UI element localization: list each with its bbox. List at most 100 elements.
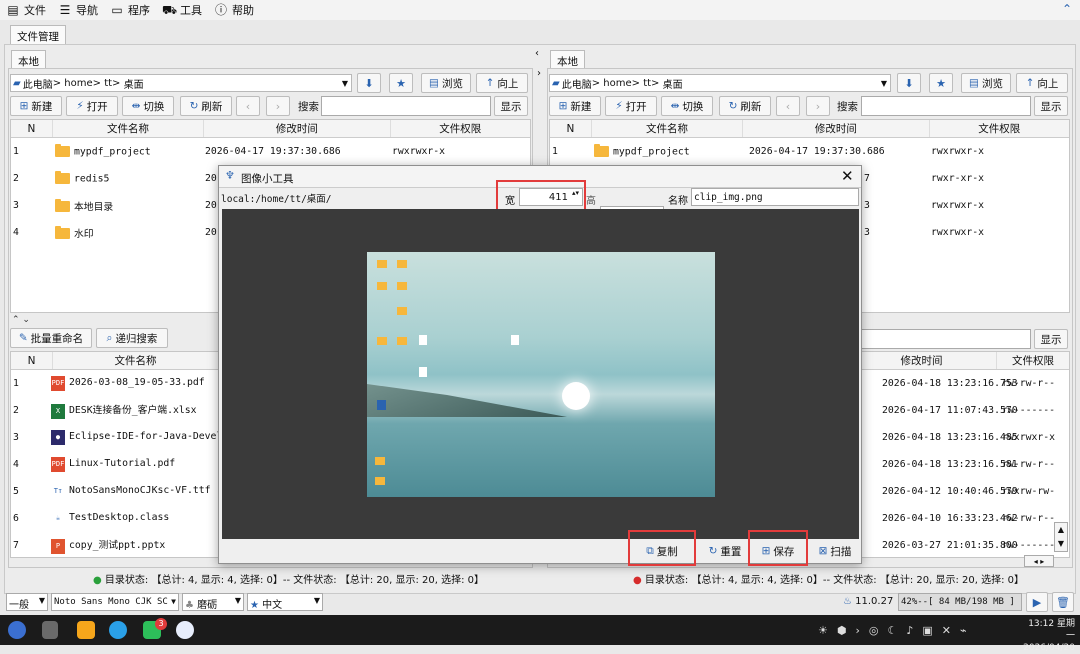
- new-button[interactable]: ⊞ 新建: [549, 96, 601, 116]
- batch-rename-button[interactable]: ✎ 批量重命名: [10, 328, 92, 348]
- forward-button[interactable]: ›: [266, 96, 290, 116]
- right-breadcrumb[interactable]: ▰ 此电脑 > home > tt > 桌面 ▼: [549, 74, 891, 92]
- refresh-button[interactable]: ↻ 刷新: [719, 96, 771, 116]
- desktop-folder: [375, 477, 385, 485]
- folder-open-icon: ▰: [13, 77, 21, 89]
- toolbox-icon: ⛟: [162, 3, 178, 17]
- desktop-file: [377, 400, 386, 410]
- star-icon: ★: [396, 76, 406, 90]
- window-icon: ▭: [111, 3, 123, 17]
- language-select[interactable]: ★ 中文 ▼: [247, 593, 323, 611]
- gc-button[interactable]: ▶: [1026, 592, 1048, 612]
- collapse-icon[interactable]: ⌃: [1062, 2, 1072, 16]
- menu-help[interactable]: ⓘ 帮助: [214, 2, 254, 18]
- show-button-2[interactable]: 显示: [1034, 329, 1068, 349]
- play-icon: ▶: [1032, 595, 1042, 609]
- table-header: N 文件名称 修改时间 文件权限: [11, 120, 530, 138]
- image-tool-dialog: ♆ 图像小工具 ✕ local:/home/tt/桌面/ 宽 411 高 290…: [218, 165, 862, 566]
- multitask-icon[interactable]: [42, 621, 58, 639]
- up-button[interactable]: ↑ 向上: [1016, 73, 1068, 93]
- search-input-2[interactable]: [861, 329, 1031, 349]
- scrollbar-vertical[interactable]: ▲ ▼: [1054, 522, 1068, 552]
- menu-nav[interactable]: ☰ 导航: [58, 2, 98, 18]
- plus-icon: ⊞: [558, 100, 568, 112]
- desktop-folder: [397, 282, 407, 290]
- open-button[interactable]: ⚡ 打开: [605, 96, 657, 116]
- arrow-up-icon: ↑: [1025, 77, 1035, 89]
- trash-button[interactable]: 🗑: [1052, 592, 1074, 612]
- pdf-file-icon: PDF: [51, 376, 65, 391]
- browse-button[interactable]: ▤ 浏览: [421, 73, 471, 93]
- collapse-right-icon[interactable]: ›: [537, 68, 541, 79]
- open-button[interactable]: ⚡ 打开: [66, 96, 118, 116]
- clock[interactable]: 13:12 星期一 2026/04/20: [1023, 618, 1075, 654]
- desktop-folder: [397, 260, 407, 268]
- scan-button[interactable]: ⊠ 扫描: [809, 541, 861, 561]
- xlsx-file-icon: X: [51, 404, 65, 419]
- notification-badge: 3: [155, 618, 167, 630]
- switch-button[interactable]: ⇹ 切换: [661, 96, 713, 116]
- desktop-folder: [377, 282, 387, 290]
- chevron-down-icon[interactable]: ▼: [342, 79, 351, 88]
- download-button[interactable]: ⬇: [357, 73, 381, 93]
- left-status: ● 目录状态: 【总计: 4, 显示: 4, 选择: 0】-- 文件状态: 【总…: [93, 575, 485, 586]
- tray-icons[interactable]: ☀⬢›◎☾♪▣✕⌁: [818, 624, 976, 637]
- refresh-button[interactable]: ↻ 刷新: [180, 96, 232, 116]
- menu-tools[interactable]: ⛟ 工具: [162, 2, 202, 18]
- files-app-icon[interactable]: [77, 621, 95, 639]
- list-icon: ☰: [59, 3, 71, 17]
- collapse-left-icon[interactable]: ‹: [535, 48, 539, 59]
- table-row[interactable]: 1 mypdf_project 2026-04-17 19:37:30.686 rwx…: [11, 138, 530, 165]
- name-input[interactable]: clip_img.png: [691, 188, 859, 206]
- star-icon: ★: [250, 600, 259, 611]
- height-label: 高: [586, 196, 596, 207]
- error-icon: ●: [633, 575, 642, 586]
- switch-button[interactable]: ⇹ 切换: [122, 96, 174, 116]
- help-icon: ⓘ: [214, 3, 227, 17]
- browse-button[interactable]: ▤ 浏览: [961, 73, 1011, 93]
- table-row[interactable]: 1 mypdf_project 2026-04-17 19:37:30.686 rwx…: [550, 138, 1069, 165]
- bookmark-button[interactable]: ★: [929, 73, 953, 93]
- search-icon: ⌕: [106, 331, 113, 344]
- left-breadcrumb[interactable]: ▰ 此电脑 > home > tt > 桌面 ▼: [10, 74, 352, 92]
- recursive-search-button[interactable]: ⌕ 递归搜索: [96, 328, 168, 348]
- lightning-icon: ⚡: [615, 100, 623, 112]
- folder-icon: [55, 143, 70, 157]
- qr-icon: ⊠: [818, 545, 828, 557]
- trash-icon: 🗑: [1056, 595, 1070, 609]
- highlight-box: [496, 180, 586, 212]
- search-label: 搜索: [298, 101, 319, 113]
- menu-program[interactable]: ▭ 程序: [110, 2, 150, 18]
- image-canvas[interactable]: [222, 209, 859, 539]
- show-button[interactable]: 显示: [494, 96, 528, 116]
- reset-button[interactable]: ↻ 重置: [699, 541, 751, 561]
- browser-icon[interactable]: [109, 621, 127, 639]
- theme-select[interactable]: ♣ 磨砺 ▼: [182, 593, 244, 611]
- taskbar: 3 ☀⬢›◎☾♪▣✕⌁ 13:12 星期一 2026/04/20: [0, 615, 1080, 653]
- ttf-file-icon: Tт: [51, 484, 65, 499]
- refresh-icon: ↻: [728, 100, 738, 112]
- chevron-left-icon: ‹: [785, 99, 791, 113]
- scrollbar-horizontal[interactable]: ◂ ▸: [1024, 555, 1054, 567]
- menu-file[interactable]: ▤ 文件: [6, 2, 46, 18]
- running-app-icon[interactable]: [176, 621, 194, 639]
- font-select[interactable]: Noto Sans Mono CJK SC ▼: [51, 593, 179, 611]
- chevron-down-icon[interactable]: ▼: [881, 79, 890, 88]
- back-button[interactable]: ‹: [776, 96, 800, 116]
- bookmark-button[interactable]: ★: [389, 73, 413, 93]
- search-input[interactable]: [861, 96, 1031, 116]
- name-label: 名称: [668, 196, 688, 207]
- splitter-arrows[interactable]: ⌃ ⌄: [12, 315, 30, 325]
- forward-button[interactable]: ›: [806, 96, 830, 116]
- list-icon: ▤: [429, 77, 439, 89]
- category-select[interactable]: 一般 ▼: [6, 593, 48, 611]
- show-button[interactable]: 显示: [1034, 96, 1068, 116]
- close-icon[interactable]: ✕: [841, 167, 854, 185]
- desktop-folder: [375, 457, 385, 465]
- back-button[interactable]: ‹: [236, 96, 260, 116]
- launcher-icon[interactable]: [8, 621, 26, 639]
- download-button[interactable]: ⬇: [897, 73, 921, 93]
- up-button[interactable]: ↑ 向上: [476, 73, 528, 93]
- search-input[interactable]: [321, 96, 491, 116]
- new-button[interactable]: ⊞ 新建: [10, 96, 62, 116]
